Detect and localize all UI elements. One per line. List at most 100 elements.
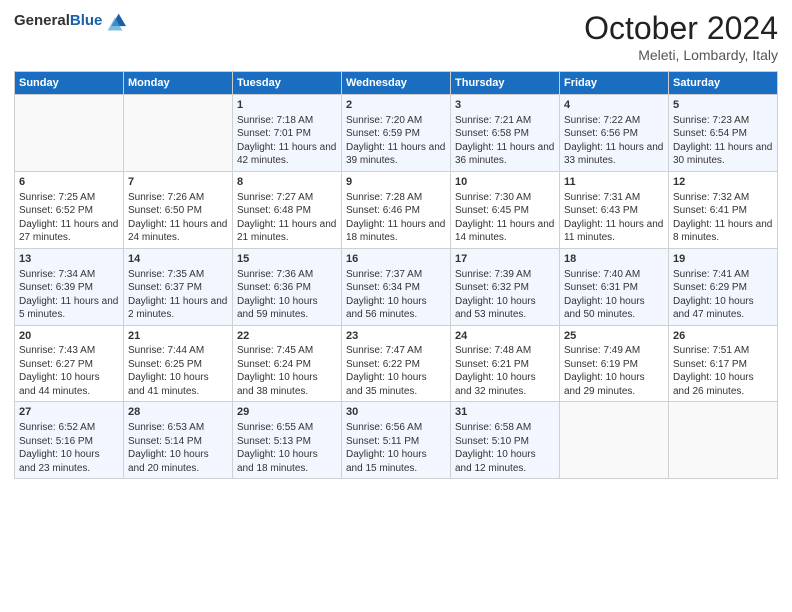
logo: GeneralBlue [14,10,126,32]
sunset-text: Sunset: 6:58 PM [455,128,529,139]
calendar-table: SundayMondayTuesdayWednesdayThursdayFrid… [14,71,778,479]
sunrise-text: Sunrise: 7:22 AM [564,115,640,126]
day-number: 23 [346,329,446,344]
day-number: 29 [237,405,337,420]
daylight-text: Daylight: 10 hours and 44 minutes. [19,372,100,397]
week-row-1: 1 Sunrise: 7:18 AM Sunset: 7:01 PM Daylight… [15,95,778,172]
sunset-text: Sunset: 5:10 PM [455,436,529,447]
day-cell: 11Sunrise: 7:31 AMSunset: 6:43 PMDayligh… [560,171,669,248]
sunset-text: Sunset: 6:21 PM [455,359,529,370]
sunset-text: Sunset: 5:16 PM [19,436,93,447]
sunset-text: Sunset: 6:37 PM [128,282,202,293]
daylight-text: Daylight: 11 hours and 27 minutes. [19,219,118,244]
daylight-text: Daylight: 10 hours and 26 minutes. [673,372,754,397]
sunrise-text: Sunrise: 7:43 AM [19,345,95,356]
logo-general: GeneralBlue [14,13,102,29]
sunrise-text: Sunrise: 7:31 AM [564,192,640,203]
main-title: October 2024 [584,10,778,47]
daylight-text: Daylight: 10 hours and 20 minutes. [128,449,209,474]
day-number: 20 [19,329,119,344]
sunrise-text: Sunrise: 7:41 AM [673,269,749,280]
day-number: 11 [564,175,664,190]
daylight-text: Daylight: 11 hours and 8 minutes. [673,219,772,244]
week-row-2: 6Sunrise: 7:25 AMSunset: 6:52 PMDaylight… [15,171,778,248]
sunset-text: Sunset: 6:22 PM [346,359,420,370]
day-number: 25 [564,329,664,344]
logo-text: GeneralBlue [14,13,102,29]
daylight-text: Daylight: 10 hours and 53 minutes. [455,296,536,321]
sunrise-text: Sunrise: 7:47 AM [346,345,422,356]
sunset-text: Sunset: 6:19 PM [564,359,638,370]
sunset-text: Sunset: 7:01 PM [237,128,311,139]
day-cell: 8Sunrise: 7:27 AMSunset: 6:48 PMDaylight… [233,171,342,248]
day-cell [15,95,124,172]
sunrise-text: Sunrise: 7:27 AM [237,192,313,203]
sunrise-text: Sunrise: 7:49 AM [564,345,640,356]
sunset-text: Sunset: 6:48 PM [237,205,311,216]
day-cell: 5Sunrise: 7:23 AMSunset: 6:54 PMDaylight… [669,95,778,172]
daylight-text: Daylight: 11 hours and 21 minutes. [237,219,336,244]
sunrise-text: Sunrise: 7:45 AM [237,345,313,356]
weekday-header-friday: Friday [560,72,669,95]
daylight-text: Daylight: 10 hours and 38 minutes. [237,372,318,397]
daylight-text: Daylight: 11 hours and 2 minutes. [128,296,227,321]
day-cell: 7Sunrise: 7:26 AMSunset: 6:50 PMDaylight… [124,171,233,248]
day-cell: 23Sunrise: 7:47 AMSunset: 6:22 PMDayligh… [342,325,451,402]
weekday-header-wednesday: Wednesday [342,72,451,95]
day-number: 3 [455,98,555,113]
daylight-text: Daylight: 10 hours and 12 minutes. [455,449,536,474]
title-block: October 2024 Meleti, Lombardy, Italy [584,10,778,63]
daylight-text: Daylight: 10 hours and 41 minutes. [128,372,209,397]
sunrise-text: Sunrise: 7:18 AM [237,115,313,126]
day-number: 9 [346,175,446,190]
day-cell [560,402,669,479]
day-cell: 21Sunrise: 7:44 AMSunset: 6:25 PMDayligh… [124,325,233,402]
day-number: 21 [128,329,228,344]
week-row-3: 13 Sunrise: 7:34 AM Sunset: 6:39 PM Dayligh… [15,248,778,325]
sunrise-text: Sunrise: 6:58 AM [455,422,531,433]
sunrise-text: Sunrise: 7:20 AM [346,115,422,126]
weekday-header-saturday: Saturday [669,72,778,95]
day-cell: 9Sunrise: 7:28 AMSunset: 6:46 PMDaylight… [342,171,451,248]
sunrise-text: Sunrise: 7:35 AM [128,269,204,280]
day-cell: 10Sunrise: 7:30 AMSunset: 6:45 PMDayligh… [451,171,560,248]
day-cell: 15Sunrise: 7:36 AMSunset: 6:36 PMDayligh… [233,248,342,325]
day-number: 1 [237,98,337,113]
day-number: 13 [19,252,119,267]
day-number: 17 [455,252,555,267]
day-number: 7 [128,175,228,190]
sunset-text: Sunset: 6:39 PM [19,282,93,293]
week-row-5: 27Sunrise: 6:52 AMSunset: 5:16 PMDayligh… [15,402,778,479]
header: GeneralBlue October 2024 Meleti, Lombard… [14,10,778,63]
daylight-text: Daylight: 11 hours and 33 minutes. [564,142,663,167]
day-number: 31 [455,405,555,420]
sunset-text: Sunset: 6:41 PM [673,205,747,216]
daylight-text: Daylight: 11 hours and 39 minutes. [346,142,445,167]
day-number: 5 [673,98,773,113]
day-cell: 16Sunrise: 7:37 AMSunset: 6:34 PMDayligh… [342,248,451,325]
daylight-text: Daylight: 10 hours and 15 minutes. [346,449,427,474]
day-cell: 22Sunrise: 7:45 AMSunset: 6:24 PMDayligh… [233,325,342,402]
sunrise-text: Sunrise: 7:34 AM [19,269,95,280]
daylight-text: Daylight: 11 hours and 24 minutes. [128,219,227,244]
week-row-4: 20Sunrise: 7:43 AM Sunset: 6:27 PM Dayligh… [15,325,778,402]
sunrise-text: Sunrise: 7:23 AM [673,115,749,126]
day-cell [124,95,233,172]
day-number: 27 [19,405,119,420]
sunrise-text: Sunrise: 7:30 AM [455,192,531,203]
day-number: 24 [455,329,555,344]
daylight-text: Daylight: 11 hours and 5 minutes. [19,296,118,321]
sunset-text: Sunset: 6:32 PM [455,282,529,293]
day-cell: 14Sunrise: 7:35 AMSunset: 6:37 PMDayligh… [124,248,233,325]
sunset-text: Sunset: 6:31 PM [564,282,638,293]
sunset-text: Sunset: 6:29 PM [673,282,747,293]
daylight-text: Daylight: 11 hours and 18 minutes. [346,219,445,244]
daylight-text: Daylight: 10 hours and 47 minutes. [673,296,754,321]
sunrise-text: Sunrise: 6:55 AM [237,422,313,433]
sunset-text: Sunset: 6:27 PM [19,359,93,370]
subtitle: Meleti, Lombardy, Italy [584,47,778,63]
sunset-text: Sunset: 6:36 PM [237,282,311,293]
day-cell: 12Sunrise: 7:32 AMSunset: 6:41 PMDayligh… [669,171,778,248]
sunset-text: Sunset: 6:54 PM [673,128,747,139]
sunrise-text: Sunrise: 6:56 AM [346,422,422,433]
